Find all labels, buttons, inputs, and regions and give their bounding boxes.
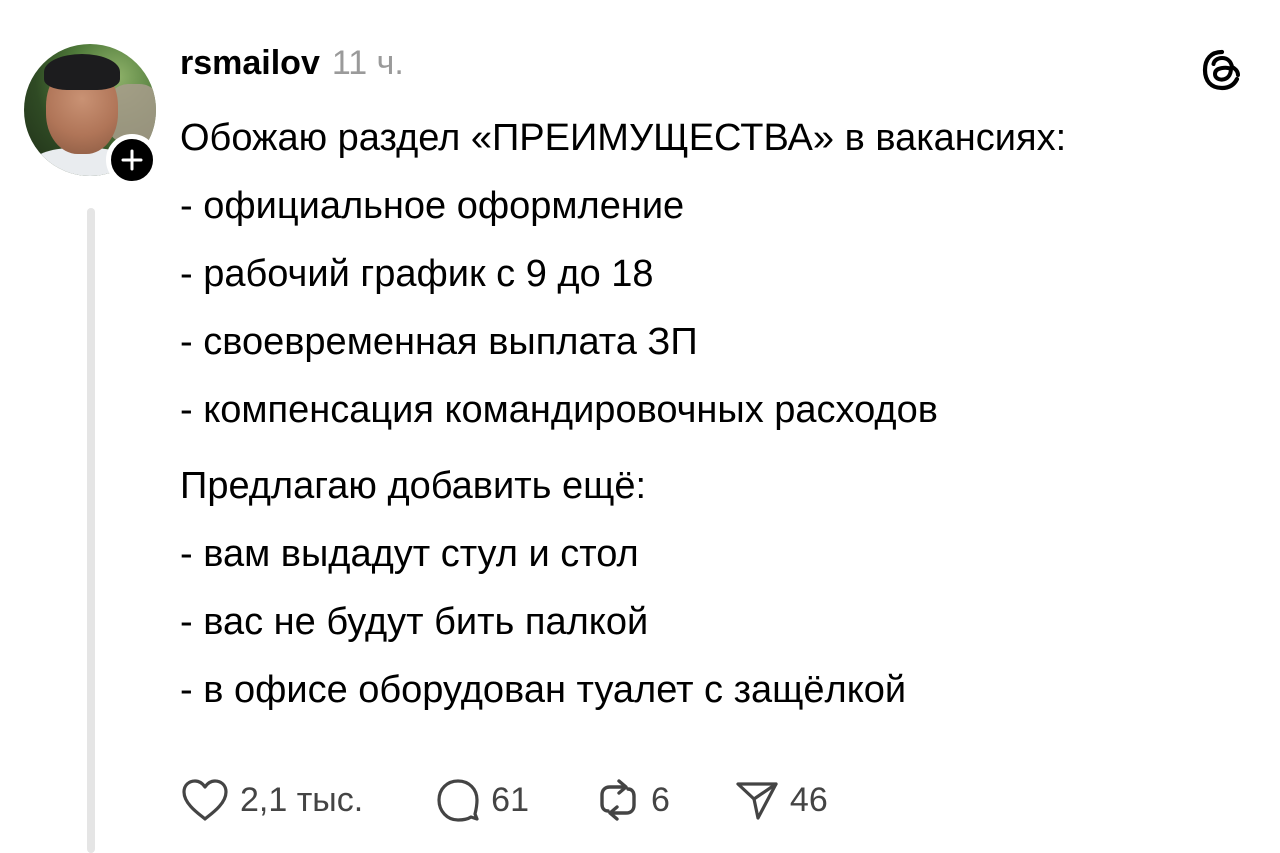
like-count: 2,1 тыс. — [240, 780, 364, 819]
post-header: rsmailov 11 ч. — [180, 44, 404, 88]
comment-count: 61 — [491, 780, 529, 819]
post-line: - компенсация командировочных расходов — [180, 389, 938, 431]
post-line: - вам выдадут стул и стол — [180, 533, 639, 575]
send-icon — [736, 782, 778, 820]
thread-line — [87, 208, 95, 853]
avatar-hair — [44, 54, 120, 90]
comment-bubble-icon — [437, 779, 479, 822]
share-count: 46 — [789, 780, 828, 819]
post-line: - официальное оформление — [180, 185, 685, 227]
follow-button[interactable] — [106, 134, 158, 186]
action-bar: 2,1 тыс. 61 6 46 — [180, 772, 828, 828]
username[interactable]: rsmailov — [180, 44, 320, 83]
post-line: - вас не будут бить палкой — [180, 601, 649, 643]
heart-icon — [182, 779, 228, 821]
threads-logo-icon[interactable] — [1198, 46, 1246, 94]
post-line: Предлагаю добавить ещё: — [180, 465, 647, 507]
post-line: - своевременная выплата ЗП — [180, 321, 698, 363]
repost-count: 6 — [651, 780, 670, 819]
repost-icon — [600, 779, 636, 821]
comment-button[interactable]: 61 — [435, 777, 529, 823]
like-button[interactable]: 2,1 тыс. — [180, 777, 363, 823]
timestamp: 11 ч. — [331, 44, 404, 82]
plus-icon — [121, 149, 143, 171]
post-line: - в офисе оборудован туалет с защёлкой — [180, 669, 907, 711]
post-line: Обожаю раздел «ПРЕИМУЩЕСТВА» в вакансиях… — [180, 117, 1067, 159]
repost-button[interactable]: 6 — [595, 777, 670, 823]
post-line: - рабочий график с 9 до 18 — [180, 253, 654, 295]
post-body: Обожаю раздел «ПРЕИМУЩЕСТВА» в вакансиях… — [180, 104, 1260, 724]
share-button[interactable]: 46 — [734, 777, 828, 823]
